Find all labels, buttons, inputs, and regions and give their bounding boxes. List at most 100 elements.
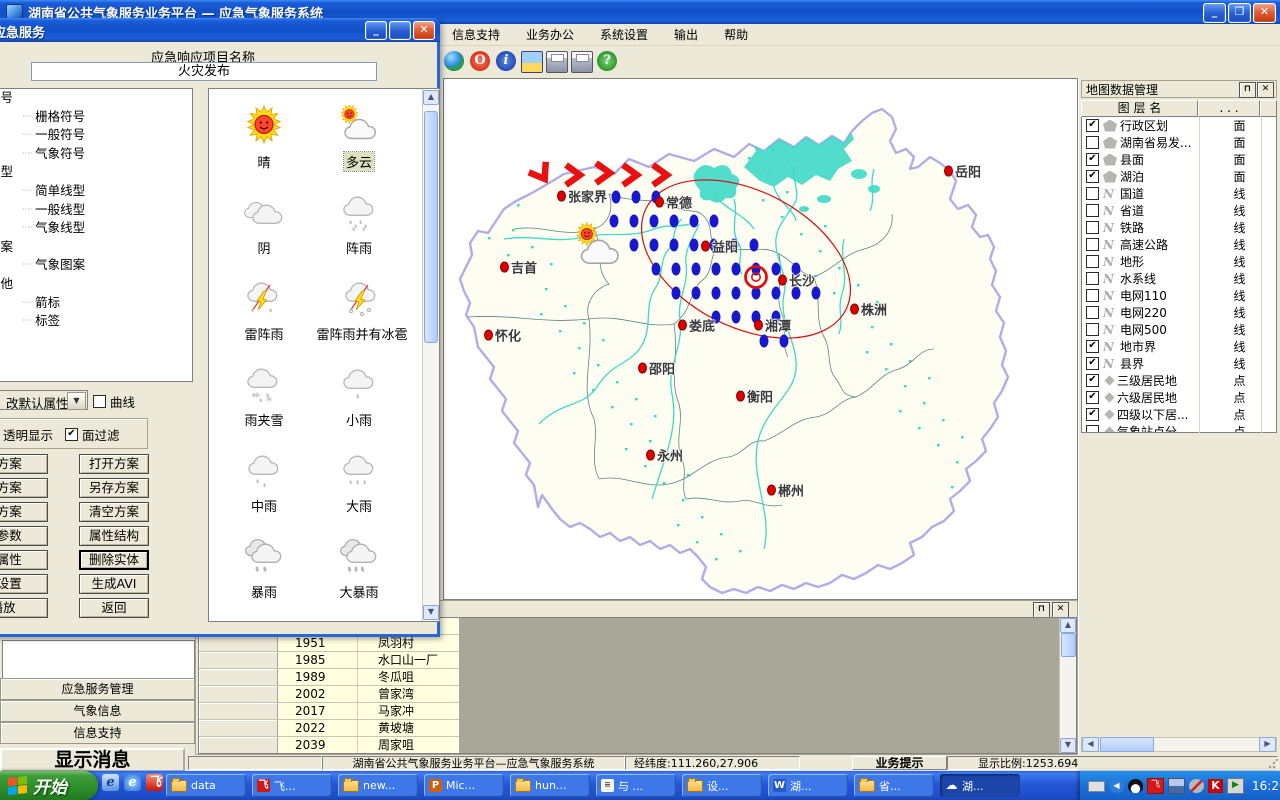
curve-checkbox[interactable] xyxy=(93,395,106,408)
tree-item[interactable]: 气象图案 xyxy=(0,256,192,275)
curve-checkbox-row[interactable]: 曲线 xyxy=(93,392,135,411)
stop-icon[interactable]: O xyxy=(470,51,490,71)
save-plan-button[interactable]: 存方案 xyxy=(0,478,48,498)
business-tip-button[interactable]: 业务提示 xyxy=(852,756,947,770)
menu-output[interactable]: 输出 xyxy=(674,26,698,43)
menu-business[interactable]: 业务办公 xyxy=(526,26,574,43)
column-header-layer-name[interactable]: 图 层 名 xyxy=(1081,100,1198,117)
layer-row[interactable]: N铁路线 xyxy=(1082,219,1276,236)
fetion-icon[interactable]: 飞 xyxy=(146,774,163,791)
mute-icon[interactable] xyxy=(1189,779,1204,793)
layer-row[interactable]: ✔三级居民地点 xyxy=(1082,372,1276,389)
row-header[interactable] xyxy=(199,669,278,685)
layer-row[interactable]: ✔N地市界线 xyxy=(1082,338,1276,355)
taskbar-item[interactable]: ≡与 ... xyxy=(596,774,676,797)
column-header-more[interactable]: . . . xyxy=(1198,100,1260,117)
weather-item[interactable] xyxy=(314,621,404,622)
layer-row[interactable]: 气象站点分...点 xyxy=(1082,423,1276,433)
map-view[interactable]: 岳阳 张家界 常德 益阳 吉首 长沙 株洲 湘潭 娄底 怀化 邵阳 衡阳 永州 … xyxy=(443,78,1078,600)
keyboard-icon[interactable] xyxy=(1088,781,1105,792)
tree-group[interactable]: 其他 xyxy=(0,275,192,294)
kaspersky-icon[interactable]: K xyxy=(1208,779,1223,793)
weather-item[interactable]: 雨夹雪 xyxy=(219,363,309,429)
sidebar-item-emergency-service[interactable]: 应急服务管理 xyxy=(0,678,195,700)
attribute-structure-button[interactable]: 属性结构 xyxy=(79,526,149,546)
network-icon[interactable] xyxy=(1168,778,1185,794)
scroll-down-icon[interactable]: ▼ xyxy=(1060,738,1076,753)
project-name-input[interactable]: 火灾发布 xyxy=(31,62,377,81)
weather-item[interactable]: 暴雨 xyxy=(219,535,309,601)
weather-item[interactable]: 阵雨 xyxy=(314,191,404,257)
play-button[interactable]: 播放 xyxy=(0,598,48,618)
layer-checkbox[interactable] xyxy=(1086,323,1099,336)
taskbar-item[interactable]: 设... xyxy=(682,774,762,797)
table-row[interactable]: 2002曾家湾 xyxy=(199,686,459,703)
layer-checkbox[interactable]: ✔ xyxy=(1086,391,1099,404)
layer-checkbox[interactable]: ✔ xyxy=(1086,408,1099,421)
show-message-button[interactable]: 显示消息 xyxy=(0,748,185,772)
tree-item[interactable]: 箭标 xyxy=(0,294,192,313)
scrollbar-thumb[interactable] xyxy=(1061,633,1076,657)
menu-info-support[interactable]: 信息支持 xyxy=(452,26,500,43)
tree-item[interactable]: 气象线型 xyxy=(0,219,192,238)
layer-checkbox[interactable] xyxy=(1086,425,1099,433)
weather-item[interactable]: 雷阵雨并有冰雹 xyxy=(307,277,417,343)
weather-item[interactable]: 中雨 xyxy=(219,449,309,515)
tree-group[interactable]: 线型 xyxy=(0,163,192,182)
image-icon[interactable] xyxy=(521,51,543,73)
close-icon[interactable]: ✕ xyxy=(1253,3,1276,23)
table-row[interactable]: 1951凤羽村 xyxy=(199,635,459,652)
taskbar-item[interactable]: PMic... xyxy=(424,774,504,797)
layer-row[interactable]: ✔行政区划面 xyxy=(1082,117,1276,134)
printer2-icon[interactable] xyxy=(571,51,593,73)
taskbar-item[interactable]: data xyxy=(166,774,246,797)
layer-row[interactable]: ✔六级居民地点 xyxy=(1082,389,1276,406)
symbol-tree[interactable]: 符号 栅格符号 一般符号 气象符号 线型 简单线型 一般线型 气象线型 图案 气… xyxy=(0,88,193,382)
layer-row[interactable]: N电网110线 xyxy=(1082,287,1276,304)
layer-checkbox[interactable]: ✔ xyxy=(1086,357,1099,370)
layer-row[interactable]: N高速公路线 xyxy=(1082,236,1276,253)
fetion-tray-icon[interactable]: 飞 xyxy=(1147,778,1164,794)
layer-checkbox[interactable] xyxy=(1086,221,1099,234)
globe-icon[interactable] xyxy=(444,51,464,71)
pin-icon[interactable]: ⊓ xyxy=(1239,82,1256,98)
scroll-up-icon[interactable]: ▲ xyxy=(423,90,439,105)
layer-row[interactable]: ✔四级以下居...点 xyxy=(1082,406,1276,423)
ie-icon[interactable]: e xyxy=(102,774,119,791)
weather-item[interactable]: 多云 xyxy=(314,105,404,171)
return-button[interactable]: 返回 xyxy=(79,598,149,618)
layer-checkbox[interactable]: ✔ xyxy=(1086,153,1099,166)
dialog-titlebar[interactable]: 应急服务 _ ✕ xyxy=(0,18,440,42)
face-filter-checkbox[interactable]: ✔ xyxy=(65,428,78,441)
open-plan-button[interactable]: 打开方案 xyxy=(79,454,149,474)
row-header[interactable] xyxy=(199,720,278,736)
message-listbox[interactable] xyxy=(2,640,195,680)
scroll-right-icon[interactable]: ▶ xyxy=(1259,737,1276,752)
add-plan-button[interactable]: 加方案 xyxy=(0,502,48,522)
server-icon[interactable]: ▶ xyxy=(1227,778,1244,794)
printer-icon[interactable] xyxy=(546,51,568,73)
menu-help[interactable]: 帮助 xyxy=(724,26,748,43)
layer-checkbox[interactable]: ✔ xyxy=(1086,170,1099,183)
weather-item[interactable]: 雷阵雨 xyxy=(219,277,309,343)
weather-item[interactable]: 晴 xyxy=(219,105,309,171)
layer-row[interactable]: N电网500线 xyxy=(1082,321,1276,338)
row-header[interactable] xyxy=(199,652,278,668)
delete-entity-button[interactable]: 删除实体 xyxy=(79,550,149,570)
help-icon[interactable]: ? xyxy=(597,51,617,71)
layer-row[interactable]: N省道线 xyxy=(1082,202,1276,219)
layer-checkbox[interactable] xyxy=(1086,204,1099,217)
default-attribute-dropdown[interactable]: 改默认属性 ▼ xyxy=(0,390,88,410)
resize-grip[interactable] xyxy=(1268,759,1278,769)
close-icon[interactable]: ✕ xyxy=(1257,82,1274,98)
edit-attribute-button[interactable]: 改属性 xyxy=(0,550,48,570)
weather-item[interactable] xyxy=(219,621,309,622)
row-header[interactable] xyxy=(199,686,278,702)
edit-params-button[interactable]: 改参数 xyxy=(0,526,48,546)
scrollbar-thumb[interactable] xyxy=(424,111,438,343)
taskbar-item-active[interactable]: ☁湖... xyxy=(940,774,1020,797)
animation-settings-button[interactable]: 画设置 xyxy=(0,574,48,594)
table-row[interactable]: 2017马家冲 xyxy=(199,703,459,720)
tree-group[interactable]: 图案 xyxy=(0,238,192,257)
layer-row[interactable]: N地形线 xyxy=(1082,253,1276,270)
